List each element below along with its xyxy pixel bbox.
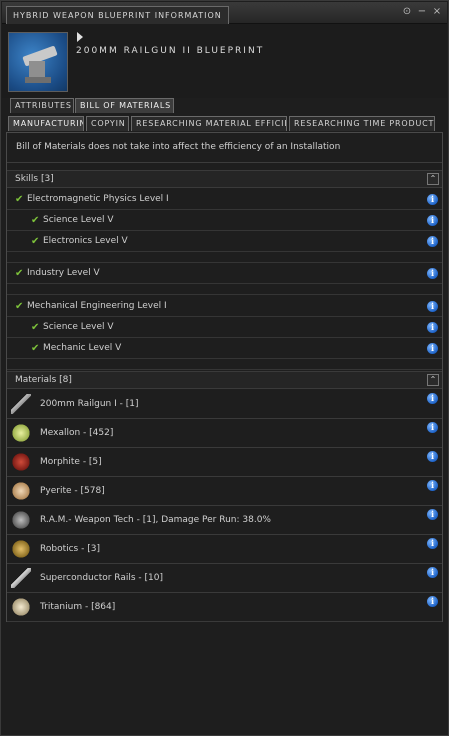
info-icon[interactable]: i (427, 480, 438, 491)
material-label: Morphite - [5] (40, 457, 102, 467)
collapse-skills-icon[interactable]: ⌃ (427, 173, 439, 185)
skill-row[interactable]: ✔ Science Level V i (7, 317, 442, 338)
window-title: HYBRID WEAPON BLUEPRINT INFORMATION (6, 6, 229, 24)
skills-header-label: Skills [3] (15, 174, 54, 184)
railgun-icon (11, 394, 31, 414)
tab-researching-material-efficiency[interactable]: RESEARCHING MATERIAL EFFICIE (131, 116, 287, 131)
group-separator (7, 284, 442, 295)
mexallon-icon (11, 423, 31, 443)
blueprint-info-window: HYBRID WEAPON BLUEPRINT INFORMATION ⊙ − … (0, 0, 449, 736)
material-row[interactable]: Superconductor Rails - [10] i (7, 564, 442, 593)
materials-header-label: Materials [8] (15, 375, 72, 385)
tab-bill-of-materials[interactable]: BILL OF MATERIALS (75, 98, 174, 113)
close-icon[interactable]: × (431, 6, 443, 18)
check-icon: ✔ (31, 236, 40, 247)
group-separator (7, 359, 442, 370)
morphite-icon (11, 452, 31, 472)
material-label: 200mm Railgun I - [1] (40, 399, 139, 409)
material-row[interactable]: Mexallon - [452] i (7, 419, 442, 448)
skill-row[interactable]: ✔ Mechanic Level V i (7, 338, 442, 359)
minimize-icon[interactable]: − (416, 6, 428, 18)
skill-name: Mechanic Level V (43, 343, 122, 353)
skill-name: Industry Level V (27, 268, 100, 278)
robotics-icon (11, 539, 31, 559)
info-icon[interactable]: i (427, 194, 438, 205)
superconductor-rails-icon (11, 568, 31, 588)
expand-arrow-icon[interactable] (77, 32, 83, 42)
group-separator (7, 252, 442, 263)
railgun-blueprint-icon[interactable] (8, 32, 68, 92)
tab-attributes[interactable]: ATTRIBUTES (10, 98, 74, 113)
info-icon[interactable]: i (427, 509, 438, 520)
material-row[interactable]: Pyerite - [578] i (7, 477, 442, 506)
item-name: 200MM RAILGUN II BLUEPRINT (76, 46, 265, 56)
skill-name: Science Level V (43, 322, 114, 332)
check-icon: ✔ (31, 215, 40, 226)
tab-copying[interactable]: COPYIN (86, 116, 129, 131)
ram-weapon-tech-icon (11, 510, 31, 530)
skill-row[interactable]: ✔ Electronics Level V i (7, 231, 442, 252)
pyerite-icon (11, 481, 31, 501)
tab-researching-time-productivity[interactable]: RESEARCHING TIME PRODUCTI (289, 116, 435, 131)
material-label: Pyerite - [578] (40, 486, 105, 496)
check-icon: ✔ (15, 194, 24, 205)
material-row[interactable]: Morphite - [5] i (7, 448, 442, 477)
info-icon[interactable]: i (427, 322, 438, 333)
material-label: Robotics - [3] (40, 544, 100, 554)
info-icon[interactable]: i (427, 343, 438, 354)
info-icon[interactable]: i (427, 215, 438, 226)
tab-manufacturing[interactable]: MANUFACTURING (8, 116, 84, 131)
material-row[interactable]: Tritanium - [864] i (7, 593, 442, 622)
skill-row[interactable]: ✔ Electromagnetic Physics Level I i (7, 189, 442, 210)
skill-name: Electronics Level V (43, 236, 128, 246)
collapse-materials-icon[interactable]: ⌃ (427, 374, 439, 386)
skill-row[interactable]: ✔ Mechanical Engineering Level I i (7, 296, 442, 317)
window-settings-icon[interactable]: ⊙ (401, 6, 413, 18)
material-row[interactable]: R.A.M.- Weapon Tech - [1], Damage Per Ru… (7, 506, 442, 535)
info-icon[interactable]: i (427, 422, 438, 433)
check-icon: ✔ (31, 322, 40, 333)
check-icon: ✔ (15, 301, 24, 312)
material-label: Superconductor Rails - [10] (40, 573, 163, 583)
skill-row[interactable]: ✔ Industry Level V i (7, 263, 442, 284)
efficiency-note: Bill of Materials does not take into aff… (7, 133, 442, 163)
materials-section-header[interactable]: Materials [8] ⌃ (7, 371, 442, 389)
title-bar[interactable]: HYBRID WEAPON BLUEPRINT INFORMATION ⊙ − … (2, 2, 447, 24)
material-label: Tritanium - [864] (40, 602, 116, 612)
info-icon[interactable]: i (427, 596, 438, 607)
info-icon[interactable]: i (427, 301, 438, 312)
info-icon[interactable]: i (427, 236, 438, 247)
skill-row[interactable]: ✔ Science Level V i (7, 210, 442, 231)
info-icon[interactable]: i (427, 268, 438, 279)
skill-name: Science Level V (43, 215, 114, 225)
skill-name: Electromagnetic Physics Level I (27, 194, 169, 204)
material-row[interactable]: Robotics - [3] i (7, 535, 442, 564)
info-icon[interactable]: i (427, 567, 438, 578)
check-icon: ✔ (31, 343, 40, 354)
skills-section-header[interactable]: Skills [3] ⌃ (7, 170, 442, 188)
item-header: 200MM RAILGUN II BLUEPRINT (2, 24, 447, 98)
material-label: R.A.M.- Weapon Tech - [1], Damage Per Ru… (40, 515, 271, 525)
material-row[interactable]: 200mm Railgun I - [1] i (7, 390, 442, 419)
material-label: Mexallon - [452] (40, 428, 114, 438)
info-icon[interactable]: i (427, 451, 438, 462)
skill-name: Mechanical Engineering Level I (27, 301, 167, 311)
info-icon[interactable]: i (427, 393, 438, 404)
tritanium-icon (11, 597, 31, 617)
bill-of-materials-panel: Bill of Materials does not take into aff… (6, 132, 443, 622)
info-icon[interactable]: i (427, 538, 438, 549)
check-icon: ✔ (15, 268, 24, 279)
